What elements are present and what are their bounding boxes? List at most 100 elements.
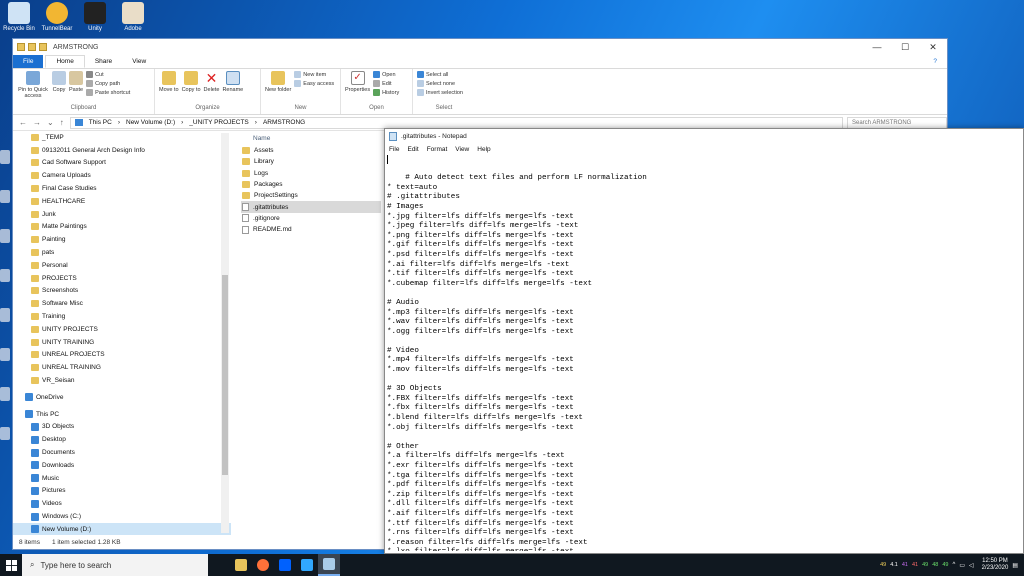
address-path[interactable]: This PC › New Volume (D:) › _UNITY PROJECT… [69, 116, 843, 129]
properties-button[interactable]: ✓ Properties [345, 71, 370, 93]
breadcrumb-new-volume[interactable]: New Volume (D:) [126, 119, 175, 126]
nav-folder[interactable]: Personal [13, 259, 231, 272]
file-list-item[interactable]: .gitattributes [241, 201, 381, 213]
desktop-icon-tunnelbear[interactable]: TunnelBear [38, 2, 76, 38]
taskbar-photoshop[interactable] [296, 554, 318, 576]
file-list-item[interactable]: README.md [241, 224, 381, 235]
copy-to-button[interactable]: Copy to [182, 71, 201, 93]
invert-selection-button[interactable]: Invert selection [417, 89, 463, 96]
nav-folder[interactable]: Screenshots [13, 285, 231, 298]
tab-file[interactable]: File [13, 55, 44, 68]
minimize-button[interactable]: — [863, 39, 891, 55]
new-item-button[interactable]: New item [294, 71, 334, 78]
select-all-button[interactable]: Select all [417, 71, 463, 78]
show-hidden-icons-icon[interactable]: ^ [953, 562, 956, 568]
nav-pc-item[interactable]: Downloads [13, 459, 231, 472]
nav-folder[interactable]: PROJECTS [13, 272, 231, 285]
properties-icon[interactable] [28, 43, 36, 51]
taskbar-dropbox[interactable] [274, 554, 296, 576]
nav-folder[interactable]: UNITY TRAINING [13, 336, 231, 349]
nav-folder[interactable]: Matte Paintings [13, 221, 231, 234]
nav-folder[interactable]: Camera Uploads [13, 169, 231, 182]
help-icon[interactable]: ? [923, 55, 947, 68]
start-button[interactable] [0, 554, 22, 576]
nav-folder[interactable]: Junk [13, 208, 231, 221]
nav-pc-item[interactable]: Desktop [13, 433, 231, 446]
file-list-item[interactable]: Packages [241, 179, 381, 190]
nav-folder[interactable]: UNREAL TRAINING [13, 361, 231, 374]
nav-pc-item[interactable]: Pictures [13, 485, 231, 498]
nav-folder[interactable]: Cad Software Support [13, 157, 231, 170]
menu-edit[interactable]: Edit [407, 146, 418, 153]
nav-pc-item[interactable]: Music [13, 472, 231, 485]
notepad-titlebar[interactable]: .gitattributes - Notepad [385, 129, 1023, 144]
nav-onedrive[interactable]: OneDrive [13, 391, 231, 404]
taskbar-search-box[interactable]: ⌕ Type here to search [22, 554, 208, 576]
taskbar-file-explorer[interactable] [230, 554, 252, 576]
menu-view[interactable]: View [455, 146, 469, 153]
nav-pc-item[interactable]: Windows (C:) [13, 510, 231, 523]
copy-path-button[interactable]: Copy path [86, 80, 130, 87]
back-arrow-icon[interactable]: ← [19, 118, 27, 127]
file-list-item[interactable]: ProjectSettings [241, 190, 381, 201]
tab-share[interactable]: Share [85, 55, 122, 68]
taskbar-clock[interactable]: 12:50 PM 2/23/2020 [982, 558, 1009, 572]
breadcrumb-this-pc[interactable]: This PC [89, 119, 112, 126]
volume-icon[interactable]: ◁ [969, 562, 974, 569]
easy-access-button[interactable]: Easy access [294, 80, 334, 87]
breadcrumb-armstrong[interactable]: ARMSTRONG [263, 119, 305, 126]
open-button[interactable]: Open [373, 71, 399, 78]
nav-folder[interactable]: HEALTHCARE [13, 195, 231, 208]
up-arrow-icon[interactable]: ↑ [60, 118, 64, 127]
nav-pc-item[interactable]: New Volume (D:) [13, 522, 231, 535]
menu-help[interactable]: Help [477, 146, 490, 153]
explorer-titlebar[interactable]: ARMSTRONG — ☐ ✕ [13, 39, 947, 55]
breadcrumb-unity-projects[interactable]: _UNITY PROJECTS [189, 119, 248, 126]
desktop-icon-adobe[interactable]: Adobe [114, 2, 152, 38]
cut-button[interactable]: Cut [86, 71, 130, 78]
menu-file[interactable]: File [389, 146, 399, 153]
notifications-icon[interactable]: ▤ [1012, 562, 1018, 569]
nav-folder[interactable]: Painting [13, 233, 231, 246]
new-folder-icon[interactable] [39, 43, 47, 51]
nav-pc-item[interactable]: Videos [13, 497, 231, 510]
nav-folder[interactable]: Training [13, 310, 231, 323]
paste-shortcut-button[interactable]: Paste shortcut [86, 89, 130, 96]
notepad-text-area[interactable]: # Auto detect text files and perform LF … [387, 155, 1017, 551]
search-input[interactable]: Search ARMSTRONG [847, 116, 947, 129]
nav-folder[interactable]: pats [13, 246, 231, 259]
nav-folder[interactable]: _TEMP [13, 131, 231, 144]
copy-button[interactable]: Copy [52, 71, 66, 93]
close-button[interactable]: ✕ [919, 39, 947, 55]
network-icon[interactable]: ▭ [959, 562, 965, 569]
column-header-name[interactable]: Name [241, 131, 381, 145]
taskbar-firefox[interactable] [252, 554, 274, 576]
file-list-item[interactable]: Library [241, 156, 381, 167]
edit-button[interactable]: Edit [373, 80, 399, 87]
taskbar-notepad[interactable] [318, 554, 340, 576]
rename-button[interactable]: Rename [222, 71, 243, 93]
nav-pc-item[interactable]: Documents [13, 446, 231, 459]
file-list-item[interactable]: Logs [241, 168, 381, 179]
navigation-pane-scrollbar[interactable] [221, 133, 229, 533]
tab-home[interactable]: Home [45, 55, 85, 68]
maximize-button[interactable]: ☐ [891, 39, 919, 55]
paste-button[interactable]: Paste [69, 71, 83, 93]
select-none-button[interactable]: Select none [417, 80, 463, 87]
forward-arrow-icon[interactable]: → [33, 118, 41, 127]
scrollbar-thumb[interactable] [222, 275, 228, 475]
tab-view[interactable]: View [122, 55, 156, 68]
nav-folder[interactable]: VR_Seisan [13, 374, 231, 387]
nav-folder[interactable]: Software Misc [13, 297, 231, 310]
nav-this-pc[interactable]: This PC [13, 408, 231, 421]
nav-folder[interactable]: UNITY PROJECTS [13, 323, 231, 336]
nav-folder[interactable]: Final Case Studies [13, 182, 231, 195]
history-button[interactable]: History [373, 89, 399, 96]
nav-folder[interactable]: 09132011 General Arch Design Info [13, 144, 231, 157]
delete-button[interactable]: ✕ Delete [204, 71, 220, 93]
menu-format[interactable]: Format [427, 146, 448, 153]
recent-locations-icon[interactable]: ⌄ [47, 118, 54, 127]
desktop-icon-unity[interactable]: Unity [76, 2, 114, 38]
nav-pc-item[interactable]: 3D Objects [13, 421, 231, 434]
nav-folder[interactable]: UNREAL PROJECTS [13, 349, 231, 362]
